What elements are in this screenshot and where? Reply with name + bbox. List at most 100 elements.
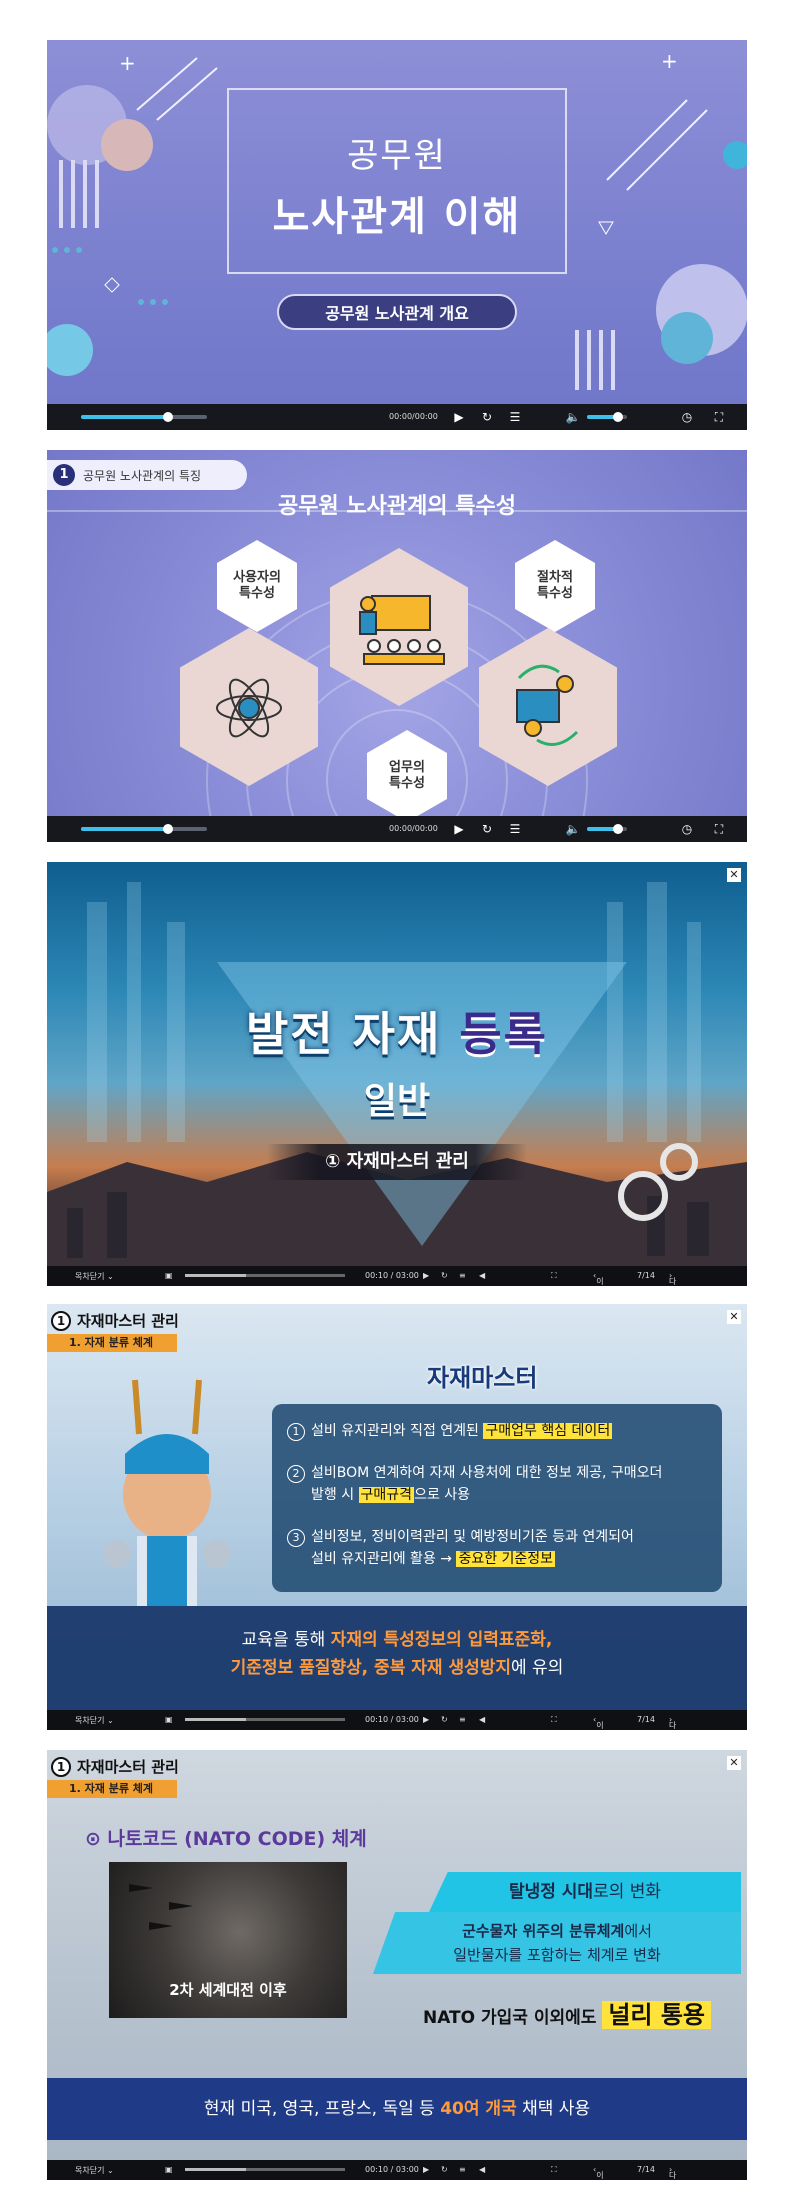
slide-intro: + + 공무원 노사관계 이해 공무원 노사관계 개요 00:00/00:00 … (47, 40, 747, 430)
item-text-2: 설비 유지관리에 활용 → (311, 1551, 457, 1567)
list-item: 1 설비 유지관리와 직접 연계된 구매업무 핵심 데이터 (287, 1420, 613, 1442)
menu-icon[interactable]: ≡ (459, 1715, 466, 1724)
section-number: 1 (51, 1756, 71, 1777)
banner2-text: 에서 (624, 1922, 652, 1940)
clock-icon[interactable]: ◷ (679, 821, 695, 837)
fullscreen-icon[interactable]: ⛶ (711, 821, 727, 837)
nato-usage: NATO 가입국 이외에도 널리 통용 (387, 1995, 747, 2030)
item-number: 1 (287, 1423, 305, 1441)
play-icon[interactable]: ▶ (451, 409, 467, 425)
volume-icon[interactable]: ◀ (479, 2165, 485, 2174)
toc-toggle[interactable]: 목차닫기 ⌄ (75, 1715, 114, 1726)
player-bar: 00:00/00:00 ▶ ↻ ☰ 🔈 ◷ ⛶ (47, 404, 747, 430)
caption-icon[interactable]: ▣ (165, 2165, 173, 2174)
replay-icon[interactable]: ↻ (441, 1271, 448, 1280)
menu-icon[interactable]: ☰ (507, 821, 523, 837)
progress-bar[interactable] (185, 2168, 345, 2171)
close-button[interactable]: ✕ (727, 1310, 741, 1324)
caption-icon[interactable]: ▣ (165, 1715, 173, 1724)
progress-bar[interactable] (185, 1274, 345, 1277)
progress-bar[interactable] (81, 824, 207, 834)
subsection-label: 1. 자재 분류 체계 (47, 1780, 177, 1798)
nato-usage-highlight: 널리 통용 (602, 2001, 712, 2029)
replay-icon[interactable]: ↻ (441, 1715, 448, 1724)
close-button[interactable]: ✕ (727, 1756, 741, 1770)
banner1-bold: 탈냉정 시대 (508, 1882, 594, 1902)
play-icon[interactable]: ▶ (423, 1715, 429, 1724)
nato-usage-text: NATO 가입국 이외에도 (422, 2008, 603, 2028)
prev-button[interactable]: ‹ 이전 (593, 1715, 604, 1730)
title-main: 발전 자재 등록 (47, 998, 747, 1064)
label-work-text: 업무의 특수성 (389, 759, 425, 791)
summary-banner: 현재 미국, 영국, 프랑스, 독일 등 40여 개국 채택 사용 (47, 2078, 747, 2140)
prev-label: 이전 (596, 2171, 604, 2180)
next-label: 다음 (669, 1721, 677, 1730)
prev-label: 이전 (596, 1277, 604, 1286)
summary-text-end: 채택 사용 (516, 2099, 591, 2119)
section-header: 1 자재마스터 관리 (51, 1756, 179, 1777)
menu-icon[interactable]: ≡ (459, 1271, 466, 1280)
replay-icon[interactable]: ↻ (479, 409, 495, 425)
player-bar: 목차닫기 ⌄ ▣ 00:10 / 03:00 ▶ ↻ ≡ ◀ ⛶ ‹ 이전 7/… (47, 1710, 747, 1730)
fullscreen-icon[interactable]: ⛶ (551, 2165, 557, 2175)
fullscreen-icon[interactable]: ⛶ (551, 1715, 557, 1725)
svg-text:+: + (661, 49, 678, 73)
prev-button[interactable]: ‹ 이전 (593, 2165, 604, 2180)
fullscreen-icon[interactable]: ⛶ (711, 409, 727, 425)
volume-icon[interactable]: 🔈 (565, 409, 581, 425)
progress-bar[interactable] (81, 412, 207, 422)
summary-emphasis: 자재의 특성정보의 입력표준화, (330, 1630, 553, 1650)
item-highlight: 구매업무 핵심 데이터 (483, 1423, 613, 1439)
item-text: 설비 유지관리와 직접 연계된 (311, 1423, 484, 1439)
nato-title-text: 나토코드 (NATO CODE) 체계 (107, 1828, 367, 1850)
title-line2: 노사관계 이해 (272, 194, 522, 240)
photo-caption: 2차 세계대전 이후 (169, 1981, 287, 1999)
next-button[interactable]: 다음 › (669, 1715, 676, 1730)
volume-icon[interactable]: 🔈 (565, 821, 581, 837)
title-frame (227, 88, 567, 274)
summary-emphasis: 기준정보 품질향상, 중복 자재 생성방지 (230, 1658, 512, 1678)
title-part1: 발전 자재 (246, 1007, 460, 1061)
title-part2: 등록 (459, 1007, 548, 1061)
slide-characteristics: 1 공무원 노사관계의 특징 공무원 노사관계의 특수성 사용자의 특수성 절차… (47, 450, 747, 842)
banner1-text: 로의 변화 (593, 1882, 662, 1902)
item-highlight: 중요한 기준정보 (456, 1551, 556, 1567)
volume-slider[interactable] (587, 824, 627, 834)
fullscreen-icon[interactable]: ⛶ (551, 1271, 557, 1281)
toc-toggle[interactable]: 목차닫기 ⌄ (75, 1271, 114, 1282)
volume-icon[interactable]: ◀ (479, 1715, 485, 1724)
slide-material-master: 1 자재마스터 관리 1. 자재 분류 체계 ✕ 자재마스터 1 설비 유지관리와 … (47, 1304, 747, 1730)
svg-text:+: + (119, 51, 136, 75)
volume-slider[interactable] (587, 412, 627, 422)
section-tag: 1 공무원 노사관계의 특징 (47, 460, 247, 490)
item-number: 3 (287, 1529, 305, 1547)
summary-line2: 기준정보 품질향상, 중복 자재 생성방지에 유의 (47, 1654, 747, 1682)
slide-material-registration: 발전 자재 등록 일반 ① 자재마스터 관리 ✕ 목차닫기 ⌄ ▣ 00:10 … (47, 862, 747, 1286)
summary-text: 에 유의 (511, 1658, 564, 1678)
volume-icon[interactable]: ◀ (479, 1271, 485, 1280)
summary-line1: 교육을 통해 자재의 특성정보의 입력표준화, (47, 1626, 747, 1654)
slide-title: 공무원 노사관계의 특수성 (278, 494, 516, 519)
prev-button[interactable]: ‹ 이전 (593, 1271, 604, 1286)
caption-icon[interactable]: ▣ (165, 1271, 173, 1280)
replay-icon[interactable]: ↻ (441, 2165, 448, 2174)
toc-toggle[interactable]: 목차닫기 ⌄ (75, 2165, 114, 2176)
next-button[interactable]: 다음 › (669, 1271, 676, 1286)
play-icon[interactable]: ▶ (451, 821, 467, 837)
section-number: 1 (53, 464, 75, 486)
menu-icon[interactable]: ≡ (459, 2165, 466, 2174)
play-icon[interactable]: ▶ (423, 2165, 429, 2174)
replay-icon[interactable]: ↻ (479, 821, 495, 837)
time-readout: 00:00/00:00 (389, 412, 438, 421)
clock-icon[interactable]: ◷ (679, 409, 695, 425)
time-readout: 00:10 / 03:00 (365, 1715, 419, 1724)
summary-text: 교육을 통해 (241, 1630, 331, 1650)
play-icon[interactable]: ▶ (423, 1271, 429, 1280)
next-button[interactable]: 다음 › (669, 2165, 676, 2180)
progress-bar[interactable] (185, 1718, 345, 1721)
page-indicator: 7/14 (637, 1271, 655, 1280)
section-header: 1 자재마스터 관리 (51, 1310, 179, 1331)
menu-icon[interactable]: ☰ (507, 409, 523, 425)
time-readout: 00:10 / 03:00 (365, 1271, 419, 1280)
close-button[interactable]: ✕ (727, 868, 741, 882)
